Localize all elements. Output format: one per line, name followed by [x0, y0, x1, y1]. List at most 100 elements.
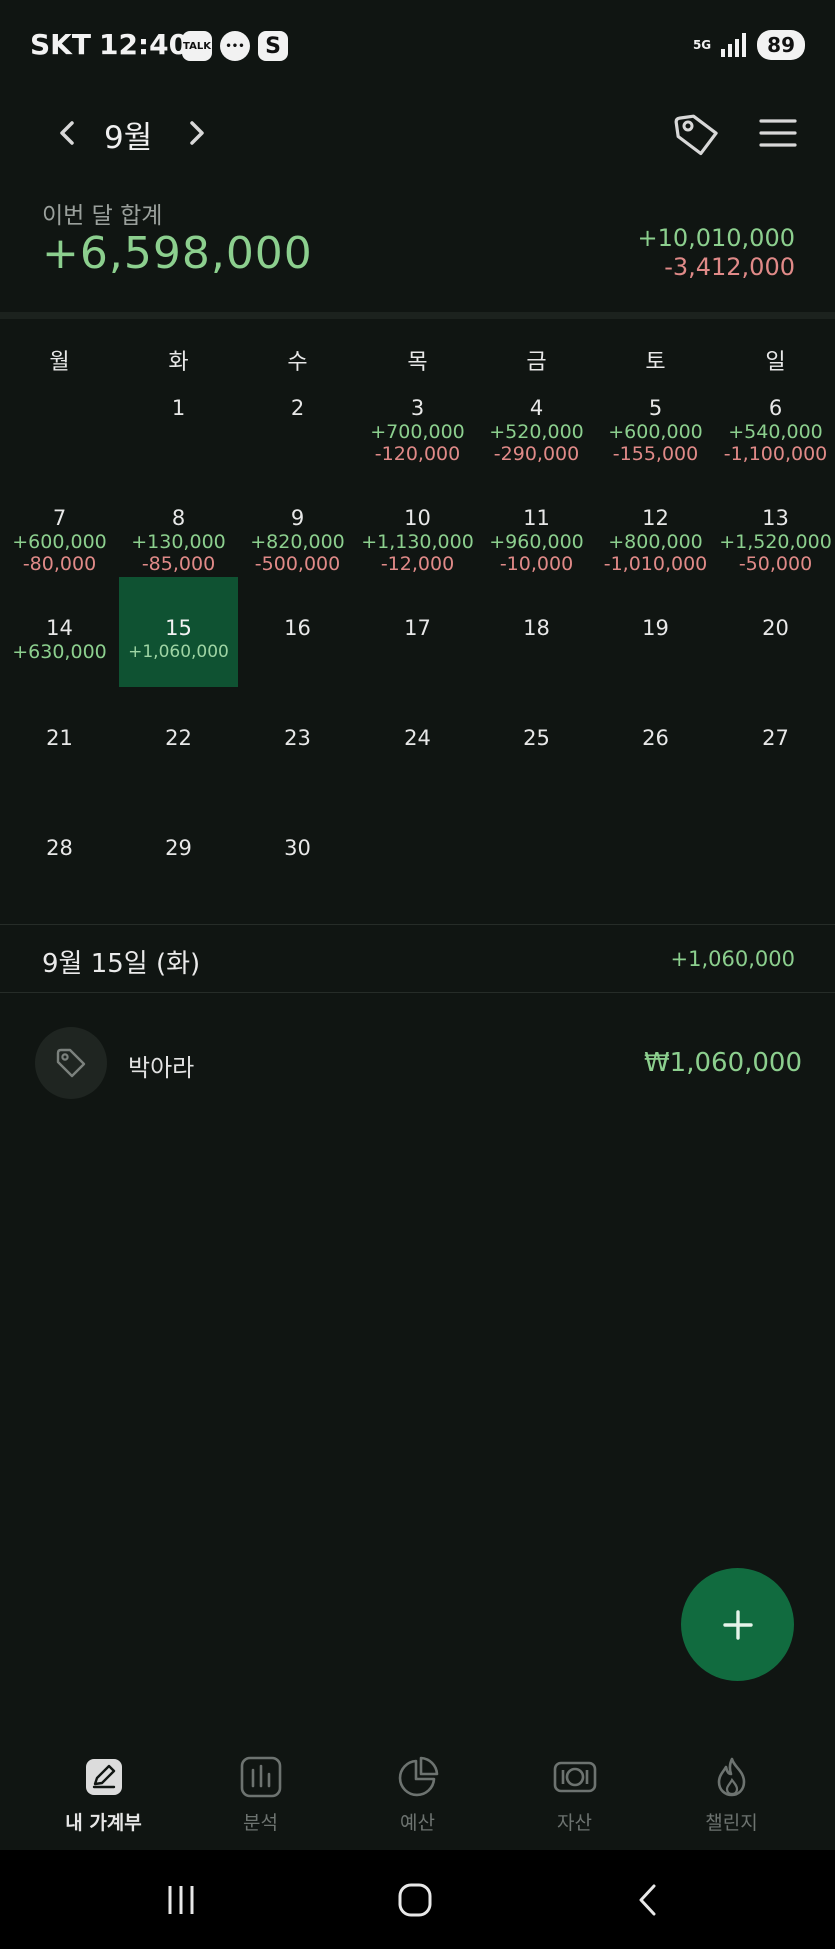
monthly-total-value: +6,598,000 [42, 228, 313, 279]
month-title[interactable]: 9월 [104, 112, 152, 157]
recent-apps-icon [168, 1886, 194, 1914]
day-number: 10 [404, 506, 431, 530]
monthly-total-label: 이번 달 합계 [42, 203, 163, 229]
day-number: 26 [642, 726, 669, 750]
day-number: 3 [410, 396, 425, 420]
pie-chart-icon [395, 1754, 441, 1800]
nav-analysis[interactable]: 분석 [182, 1740, 339, 1850]
calendar-day[interactable]: 2 [238, 357, 357, 467]
recent-apps-button[interactable] [161, 1880, 201, 1920]
nav-challenge[interactable]: 챌린지 [653, 1740, 810, 1850]
calendar-day[interactable]: 23 [238, 687, 357, 797]
calendar-day[interactable]: 13 +1,520,000 -50,000 [716, 467, 835, 577]
status-bar: SKT 12:40 TALK ••• S 5G 89 [0, 0, 835, 90]
calendar-day[interactable]: 29 [119, 797, 238, 907]
s-app-icon: S [258, 31, 288, 61]
calendar-day[interactable]: 20 [716, 577, 835, 687]
day-income: +520,000 [489, 421, 584, 443]
selected-day-total: +1,060,000 [670, 947, 795, 971]
signal-icon [721, 33, 747, 57]
calendar-day[interactable]: 3 +700,000 -120,000 [358, 357, 477, 467]
calendar-day[interactable]: 16 [238, 577, 357, 687]
calendar-day[interactable]: 19 [596, 577, 715, 687]
day-number: 21 [46, 726, 73, 750]
day-number: 13 [762, 506, 789, 530]
back-button[interactable] [628, 1880, 668, 1920]
clock: 12:40 [98, 28, 189, 61]
calendar-day[interactable]: 11 +960,000 -10,000 [477, 467, 596, 577]
day-income: +600,000 [12, 531, 107, 553]
chat-bubble-icon: ••• [220, 31, 250, 61]
calendar-day[interactable]: 30 [238, 797, 357, 907]
status-right: 5G 89 [693, 30, 805, 60]
calendar-day[interactable]: 10 +1,130,000 -12,000 [358, 467, 477, 577]
home-icon [398, 1883, 432, 1917]
calendar-day[interactable]: 25 [477, 687, 596, 797]
day-expense: -10,000 [499, 553, 574, 575]
menu-button[interactable] [758, 116, 798, 150]
calendar-day[interactable]: 22 [119, 687, 238, 797]
chevron-left-icon [60, 121, 74, 145]
day-expense: -85,000 [141, 553, 216, 575]
battery-level: 89 [767, 33, 795, 57]
calendar-day[interactable]: 5 +600,000 -155,000 [596, 357, 715, 467]
day-income: +960,000 [489, 531, 584, 553]
day-number: 2 [290, 396, 305, 420]
day-number: 17 [404, 616, 431, 640]
day-number: 8 [171, 506, 186, 530]
calendar-day[interactable]: 26 [596, 687, 715, 797]
day-number: 22 [165, 726, 192, 750]
notification-icons: TALK ••• S [182, 31, 288, 61]
calendar-day[interactable]: 4 +520,000 -290,000 [477, 357, 596, 467]
next-month-button[interactable] [178, 115, 214, 151]
carrier-time: SKT 12:40 [30, 28, 188, 61]
day-income: +700,000 [370, 421, 465, 443]
day-number: 14 [46, 616, 73, 640]
monthly-expense: -3,412,000 [664, 253, 795, 281]
day-number: 30 [284, 836, 311, 860]
day-income: +820,000 [250, 531, 345, 553]
calendar-day-selected[interactable]: 15 +1,060,000 [119, 577, 238, 687]
battery-indicator: 89 [757, 30, 805, 60]
day-number: 18 [523, 616, 550, 640]
back-icon [639, 1884, 656, 1916]
calendar-day[interactable]: 14 +630,000 [0, 577, 119, 687]
day-number: 9 [290, 506, 305, 530]
calendar-day[interactable]: 18 [477, 577, 596, 687]
nav-budget[interactable]: 예산 [339, 1740, 496, 1850]
day-expense: -500,000 [254, 553, 341, 575]
day-number: 24 [404, 726, 431, 750]
nav-label: 분석 [243, 1812, 278, 1834]
transaction-amount: ₩1,060,000 [643, 1048, 802, 1078]
network-5g-icon: 5G [692, 38, 712, 52]
day-income: +540,000 [728, 421, 823, 443]
hamburger-menu-icon [759, 119, 797, 147]
day-income: +600,000 [608, 421, 703, 443]
nav-label: 예산 [400, 1812, 435, 1834]
calendar-day[interactable]: 6 +540,000 -1,100,000 [716, 357, 835, 467]
nav-assets[interactable]: 자산 [496, 1740, 653, 1850]
calendar-day[interactable]: 9 +820,000 -500,000 [238, 467, 357, 577]
kakaotalk-icon: TALK [182, 31, 212, 61]
day-number: 12 [642, 506, 669, 530]
calendar-day[interactable]: 28 [0, 797, 119, 907]
selected-day-title: 9월 15일 (화) [42, 949, 201, 979]
home-button[interactable] [395, 1880, 435, 1920]
calendar-day[interactable]: 24 [358, 687, 477, 797]
calendar-day[interactable]: 27 [716, 687, 835, 797]
fire-icon [709, 1754, 755, 1800]
carrier: SKT [30, 28, 91, 61]
weekday-header: 월 [49, 350, 70, 375]
prev-month-button[interactable] [50, 115, 86, 151]
add-transaction-button[interactable] [681, 1568, 794, 1681]
tag-button[interactable] [670, 108, 722, 160]
calendar-day[interactable]: 17 [358, 577, 477, 687]
calendar-day[interactable]: 8 +130,000 -85,000 [119, 467, 238, 577]
nav-my-ledger[interactable]: 내 가계부 [25, 1740, 182, 1850]
calendar-day[interactable]: 21 [0, 687, 119, 797]
calendar-day[interactable]: 7 +600,000 -80,000 [0, 467, 119, 577]
day-number: 5 [648, 396, 663, 420]
calendar-day[interactable]: 1 [119, 357, 238, 467]
calendar-day[interactable]: 12 +800,000 -1,010,000 [596, 467, 715, 577]
nav-label: 자산 [557, 1812, 592, 1834]
